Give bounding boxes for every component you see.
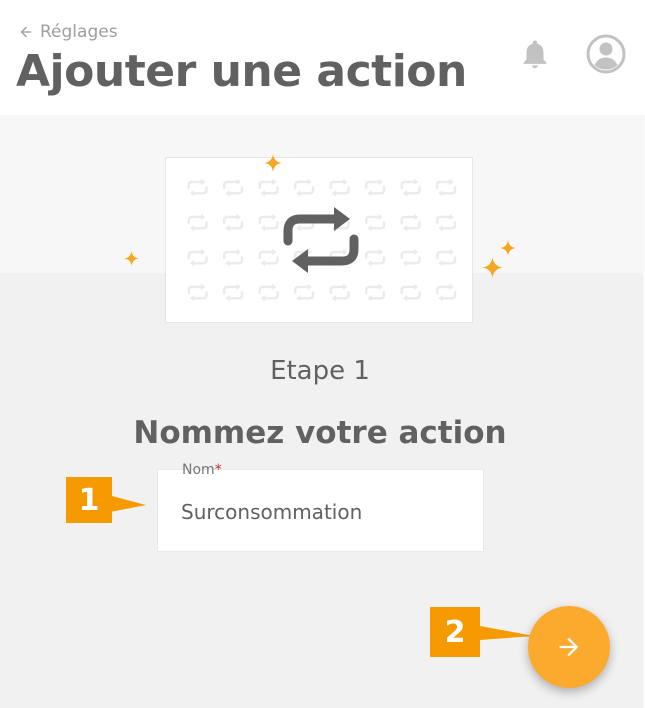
pattern-repeat-icon [293, 178, 315, 197]
pattern-repeat-icon [222, 178, 244, 197]
pattern-repeat-icon [364, 178, 386, 197]
pattern-repeat-icon [329, 178, 350, 197]
pattern-repeat-icon [400, 178, 421, 197]
callout-badge-1: 1 [66, 477, 112, 523]
bell-icon[interactable] [518, 36, 552, 72]
pattern-repeat-icon [400, 283, 421, 302]
pattern-repeat-icon [258, 283, 279, 302]
pattern-repeat-icon [435, 248, 457, 267]
sparkle-icon [264, 154, 282, 172]
account-circle-icon[interactable] [586, 34, 626, 74]
pattern-repeat-icon [187, 248, 208, 267]
repeat-icon [283, 207, 359, 273]
arrow-right-icon [559, 637, 579, 657]
pattern-repeat-icon [400, 248, 421, 267]
pattern-repeat-icon [187, 283, 208, 302]
back-link-label: Réglages [40, 22, 118, 42]
pattern-repeat-icon [258, 248, 279, 267]
required-marker: * [214, 462, 222, 478]
pattern-repeat-icon [435, 178, 457, 197]
pattern-repeat-icon [364, 248, 386, 267]
page-title: Ajouter une action [16, 46, 467, 97]
sparkle-icon [482, 257, 503, 278]
pattern-repeat-icon [364, 213, 386, 232]
pattern-repeat-icon [435, 283, 457, 302]
action-name-label: Nom* [182, 462, 222, 478]
form-heading: Nommez votre action [133, 415, 507, 451]
pattern-repeat-icon [364, 283, 386, 302]
pattern-repeat-icon [187, 213, 208, 232]
callout-badge-2: 2 [430, 607, 480, 657]
sparkle-icon [500, 240, 516, 256]
pattern-repeat-icon [222, 283, 244, 302]
next-button[interactable] [528, 606, 610, 688]
pattern-repeat-icon [222, 248, 244, 267]
arrow-left-icon [20, 26, 32, 38]
add-action-page: Réglages Ajouter une action Etape 1 Nomm… [0, 0, 645, 708]
step-label: Etape 1 [270, 356, 370, 386]
action-name-label-text: Nom [182, 462, 215, 478]
pattern-repeat-icon [187, 178, 208, 197]
action-name-value[interactable]: Surconsommation [181, 500, 362, 524]
back-link[interactable]: Réglages [18, 22, 118, 42]
action-name-field[interactable]: Nom* Surconsommation [157, 462, 484, 552]
pattern-repeat-icon [293, 283, 315, 302]
pattern-repeat-icon [435, 213, 457, 232]
sparkle-icon [124, 251, 139, 266]
pattern-repeat-icon [329, 283, 350, 302]
pattern-repeat-icon [258, 213, 279, 232]
pattern-repeat-icon [258, 178, 279, 197]
pattern-repeat-icon [400, 213, 421, 232]
pattern-repeat-icon [222, 213, 244, 232]
